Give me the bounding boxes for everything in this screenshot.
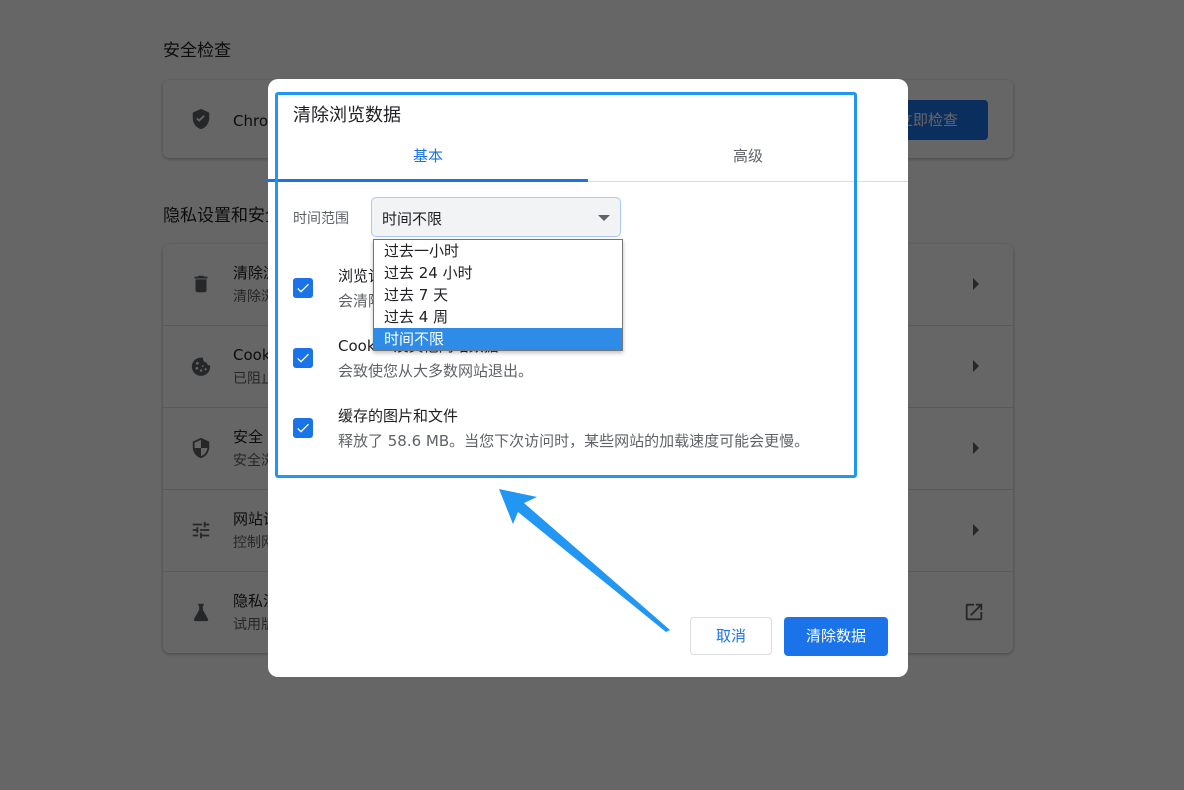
dialog-title: 清除浏览数据 (293, 105, 401, 126)
item-title: 缓存的图片和文件 (338, 407, 459, 425)
tab-advanced[interactable]: 高级 (588, 145, 908, 166)
cancel-button[interactable]: 取消 (690, 617, 772, 655)
option-last-4-weeks[interactable]: 过去 4 周 (374, 306, 622, 328)
check-icon (297, 283, 309, 293)
check-icon (297, 423, 309, 433)
tab-basic[interactable]: 基本 (268, 145, 588, 166)
option-last-hour[interactable]: 过去一小时 (374, 240, 622, 262)
clear-browsing-data-dialog: 清除浏览数据 基本 高级 时间范围 时间不限 浏览记录 会清除已同步设备上的历史… (266, 79, 908, 677)
option-last-7-days[interactable]: 过去 7 天 (374, 284, 622, 306)
time-range-select[interactable]: 时间不限 (371, 197, 621, 237)
check-icon (297, 353, 309, 363)
time-range-dropdown: 过去一小时 过去 24 小时 过去 7 天 过去 4 周 时间不限 (373, 239, 623, 351)
cookies-checkbox[interactable] (293, 348, 313, 368)
cache-checkbox[interactable] (293, 418, 313, 438)
active-tab-indicator (266, 179, 588, 182)
item-subtitle: 释放了 58.6 MB。当您下次访问时，某些网站的加载速度可能会更慢。 (338, 432, 810, 450)
option-last-24-hours[interactable]: 过去 24 小时 (374, 262, 622, 284)
option-all-time[interactable]: 时间不限 (374, 328, 622, 350)
item-subtitle: 会致使您从大多数网站退出。 (338, 362, 534, 380)
history-checkbox[interactable] (293, 278, 313, 298)
chevron-down-icon (598, 215, 610, 221)
time-range-value: 时间不限 (382, 210, 443, 228)
clear-data-button[interactable]: 清除数据 (784, 617, 888, 656)
time-range-label: 时间范围 (293, 211, 349, 227)
